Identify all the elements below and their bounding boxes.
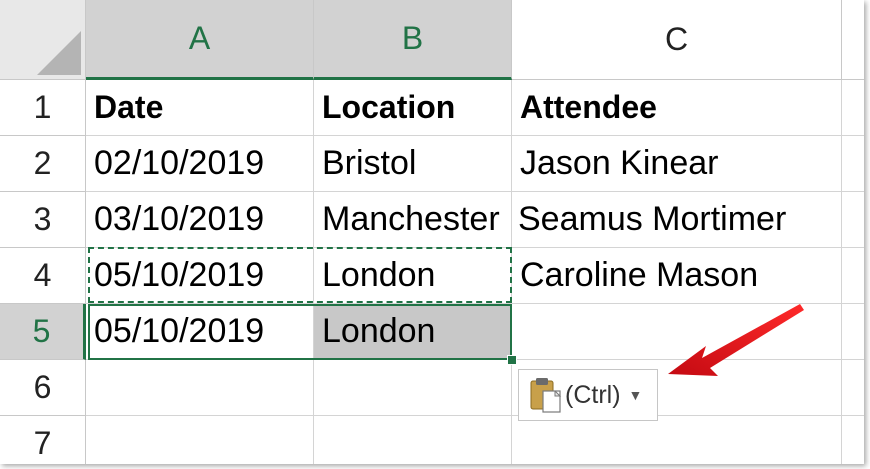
clipboard-paste-icon: [530, 378, 562, 413]
column-header-c[interactable]: C: [512, 0, 842, 80]
row-header-1[interactable]: 1: [0, 80, 86, 136]
cell-a6[interactable]: [86, 360, 314, 416]
row-header-5[interactable]: 5: [0, 304, 86, 360]
cell-b2[interactable]: Bristol: [314, 136, 512, 192]
cell-b5[interactable]: London: [314, 304, 512, 360]
paste-options-label: (Ctrl): [565, 380, 621, 409]
column-header-d[interactable]: [842, 0, 864, 80]
cell-d5[interactable]: [842, 304, 864, 360]
paste-options-button[interactable]: (Ctrl) ▼: [518, 369, 658, 421]
row-header-7[interactable]: 7: [0, 416, 86, 464]
excel-window: A B C 1 2 3 4 5 6 7 Date Location Attend…: [0, 0, 864, 464]
cell-d4[interactable]: [842, 248, 864, 304]
cell-d6[interactable]: [842, 360, 864, 416]
row-header-4[interactable]: 4: [0, 248, 86, 304]
row-header-3[interactable]: 3: [0, 192, 86, 248]
cell-b6[interactable]: [314, 360, 512, 416]
cell-d3[interactable]: [842, 192, 864, 248]
cell-a4[interactable]: 05/10/2019: [86, 248, 314, 304]
select-all-corner[interactable]: [0, 0, 86, 80]
cell-b7[interactable]: [314, 416, 512, 464]
cell-d7[interactable]: [842, 416, 864, 464]
cell-b3[interactable]: Manchester: [314, 192, 512, 248]
column-header-a[interactable]: A: [86, 0, 314, 80]
dropdown-caret-icon: ▼: [628, 387, 643, 403]
cell-a2[interactable]: 02/10/2019: [86, 136, 314, 192]
cell-c1[interactable]: Attendee: [512, 80, 842, 136]
cell-a7[interactable]: [86, 416, 314, 464]
cell-c4[interactable]: Caroline Mason: [512, 248, 842, 304]
row-header-2[interactable]: 2: [0, 136, 86, 192]
cell-b4[interactable]: London: [314, 248, 512, 304]
cell-a1[interactable]: Date: [86, 80, 314, 136]
worksheet-grid[interactable]: A B C 1 2 3 4 5 6 7 Date Location Attend…: [0, 0, 864, 464]
fill-handle[interactable]: [507, 355, 517, 365]
cell-c2[interactable]: Jason Kinear: [512, 136, 842, 192]
column-header-b[interactable]: B: [314, 0, 512, 80]
cell-a3[interactable]: 03/10/2019: [86, 192, 314, 248]
cell-d2[interactable]: [842, 136, 864, 192]
select-all-triangle-icon: [37, 31, 81, 75]
red-arrow: [668, 304, 804, 376]
cell-b1[interactable]: Location: [314, 80, 512, 136]
cell-c3[interactable]: Seamus Mortimer: [512, 192, 842, 248]
cell-d1[interactable]: [842, 80, 864, 136]
row-header-6[interactable]: 6: [0, 360, 86, 416]
cell-a5[interactable]: 05/10/2019: [86, 304, 314, 360]
cell-c7[interactable]: [512, 416, 842, 464]
